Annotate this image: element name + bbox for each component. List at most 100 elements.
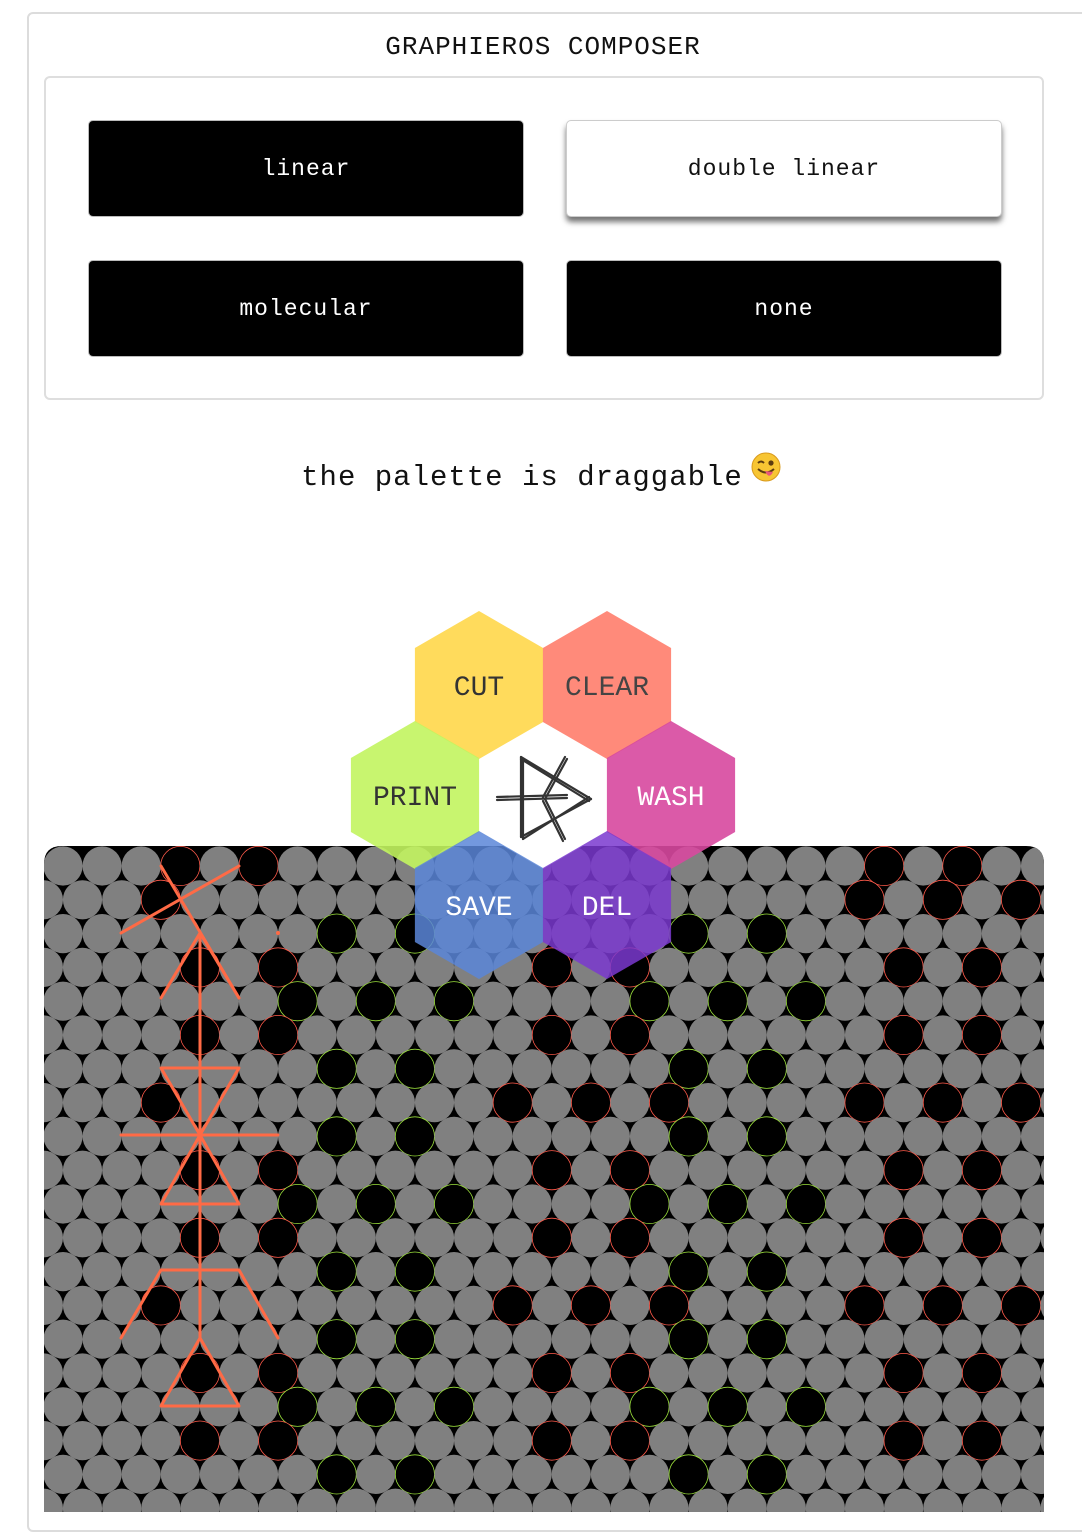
grid-cell[interactable]: [141, 1421, 181, 1461]
grid-cell[interactable]: [551, 1252, 591, 1292]
grid-cell[interactable]: [551, 1319, 591, 1359]
grid-cell[interactable]: [903, 846, 943, 886]
grid-cell[interactable]: [629, 1454, 670, 1494]
grid-cell[interactable]: [62, 947, 103, 987]
grid-cell[interactable]: [746, 1251, 787, 1292]
grid-cell[interactable]: [473, 1252, 513, 1292]
grid-cell[interactable]: [708, 1454, 748, 1494]
grid-cell[interactable]: [805, 947, 846, 987]
grid-cell[interactable]: [62, 1421, 103, 1461]
grid-cell[interactable]: [512, 981, 552, 1021]
grid-cell[interactable]: [805, 1150, 846, 1190]
grid-cell[interactable]: [141, 1015, 181, 1055]
grid-cell[interactable]: [785, 1183, 826, 1224]
grid-cell[interactable]: [277, 1183, 318, 1224]
grid-cell[interactable]: [981, 1387, 1022, 1427]
grid-cell[interactable]: [551, 1049, 591, 1089]
grid-cell[interactable]: [883, 947, 924, 988]
grid-cell[interactable]: [1001, 1421, 1041, 1461]
grid-cell[interactable]: [825, 1184, 865, 1224]
grid-cell[interactable]: [825, 846, 865, 886]
grid-cell[interactable]: [708, 1116, 748, 1156]
grid-cell[interactable]: [864, 981, 904, 1021]
grid-cell[interactable]: [649, 1285, 690, 1326]
grid-cell[interactable]: [512, 1049, 552, 1089]
grid-cell[interactable]: [669, 1387, 709, 1427]
grid-cell[interactable]: [297, 1421, 337, 1461]
grid-cell[interactable]: [121, 846, 161, 886]
grid-cell[interactable]: [883, 1014, 924, 1055]
grid-cell[interactable]: [825, 1387, 865, 1427]
grid-cell[interactable]: [766, 1218, 807, 1258]
grid-cell[interactable]: [805, 1421, 846, 1461]
grid-cell[interactable]: [942, 1116, 982, 1156]
grid-cell[interactable]: [258, 1217, 299, 1258]
grid-cell[interactable]: [454, 1421, 494, 1461]
grid-cell[interactable]: [610, 1285, 650, 1325]
grid-cell[interactable]: [473, 1184, 513, 1224]
grid-cell[interactable]: [336, 1150, 376, 1190]
grid-cell[interactable]: [1001, 1015, 1041, 1055]
grid-cell[interactable]: [375, 1083, 415, 1123]
grid-cell[interactable]: [786, 846, 826, 886]
grid-cell[interactable]: [238, 1184, 279, 1224]
grid-cell[interactable]: [884, 1285, 924, 1325]
grid-cell[interactable]: [766, 947, 807, 987]
grid-cell[interactable]: [727, 1015, 767, 1055]
grid-cell[interactable]: [297, 880, 337, 920]
grid-cell[interactable]: [512, 1319, 552, 1359]
grid-cell[interactable]: [649, 1082, 690, 1123]
grid-cell[interactable]: [219, 1150, 259, 1190]
grid-cell[interactable]: [121, 1387, 161, 1427]
grid-cell[interactable]: [277, 1386, 318, 1427]
grid-cell[interactable]: [903, 1184, 943, 1224]
grid-cell[interactable]: [571, 1421, 611, 1461]
grid-cell[interactable]: [433, 981, 474, 1022]
grid-cell[interactable]: [981, 1116, 1022, 1156]
grid-cell[interactable]: [297, 1015, 337, 1055]
grid-cell[interactable]: [844, 1285, 885, 1326]
grid-cell[interactable]: [786, 1454, 826, 1494]
grid-cell[interactable]: [219, 1015, 259, 1055]
grid-cell[interactable]: [199, 1454, 239, 1494]
grid-cell[interactable]: [942, 914, 982, 954]
grid-cell[interactable]: [668, 1048, 709, 1089]
grid-cell[interactable]: [121, 1184, 161, 1224]
grid-cell[interactable]: [394, 1319, 435, 1360]
grid-cell[interactable]: [668, 1116, 709, 1157]
grid-cell[interactable]: [492, 1285, 533, 1326]
grid-cell[interactable]: [551, 1116, 591, 1156]
grid-cell[interactable]: [219, 1218, 259, 1258]
grid-cell[interactable]: [864, 1049, 904, 1089]
action-palette[interactable]: CUT CLEARPRINT WASHSAVE DEL: [340, 600, 740, 980]
grid-cell[interactable]: [102, 1353, 142, 1393]
grid-cell[interactable]: [141, 1353, 181, 1393]
grid-cell[interactable]: [766, 880, 807, 920]
grid-cell[interactable]: [454, 1353, 494, 1393]
grid-cell[interactable]: [395, 1387, 435, 1427]
grid-cell[interactable]: [903, 1454, 943, 1494]
grid-cell[interactable]: [375, 1015, 415, 1055]
grid-cell[interactable]: [1001, 1082, 1042, 1123]
grid-cell[interactable]: [923, 1150, 963, 1190]
grid-cell[interactable]: [82, 914, 122, 954]
grid-cell[interactable]: [844, 1421, 885, 1461]
grid-cell[interactable]: [884, 880, 924, 920]
grid-cell[interactable]: [434, 1252, 474, 1292]
grid-cell[interactable]: [44, 981, 83, 1021]
grid-cell[interactable]: [434, 1049, 474, 1089]
grid-cell[interactable]: [355, 1386, 396, 1427]
grid-cell[interactable]: [844, 1150, 885, 1190]
grid-cell[interactable]: [278, 846, 318, 886]
grid-cell[interactable]: [258, 1352, 299, 1393]
grid-cell[interactable]: [62, 1015, 103, 1055]
grid-cell[interactable]: [727, 1285, 767, 1325]
grid-cell[interactable]: [82, 1116, 122, 1156]
grid-cell[interactable]: [609, 1217, 650, 1258]
grid-cell[interactable]: [942, 1319, 982, 1359]
grid-cell[interactable]: [316, 1454, 357, 1495]
grid-cell[interactable]: [551, 1184, 591, 1224]
grid-cell[interactable]: [825, 1049, 865, 1089]
grid-cell[interactable]: [356, 1049, 396, 1089]
grid-cell[interactable]: [981, 914, 1022, 954]
